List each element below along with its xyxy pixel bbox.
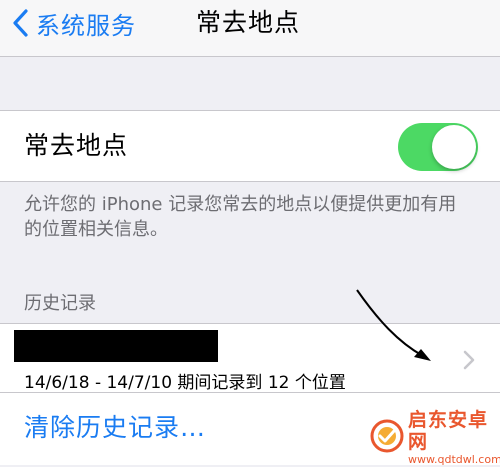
navigation-bar: 系统服务 常去地点 (0, 0, 500, 57)
history-entry-row[interactable]: 14/6/18 - 14/7/10 期间记录到 12 个位置 (0, 324, 500, 393)
frequent-locations-footer: 允许您的 iPhone 记录您常去的地点以便提供更加有用的位置相关信息。 (24, 194, 457, 240)
frequent-locations-switch[interactable] (398, 123, 478, 171)
watermark-url: www.qdtdwl.com (408, 453, 500, 466)
frequent-locations-label: 常去地点 (24, 131, 129, 160)
chevron-right-icon (463, 350, 475, 374)
clear-history-button: 清除历史记录… (24, 413, 207, 442)
chevron-left-icon (12, 9, 28, 37)
watermark-logo-icon (370, 419, 404, 457)
back-button-label: 系统服务 (36, 11, 136, 40)
switch-knob (432, 125, 476, 169)
watermark: 启东安卓网 www.qdtdwl.com (370, 408, 500, 467)
redacted-location-name (14, 330, 218, 362)
back-button[interactable]: 系统服务 (12, 6, 136, 40)
history-entry-detail: 14/6/18 - 14/7/10 期间记录到 12 个位置 (24, 373, 346, 393)
watermark-name: 启东安卓网 (408, 409, 489, 453)
history-section-header: 历史记录 (24, 293, 96, 314)
page-title: 常去地点 (196, 8, 301, 37)
frequent-locations-row: 常去地点 (0, 110, 500, 182)
